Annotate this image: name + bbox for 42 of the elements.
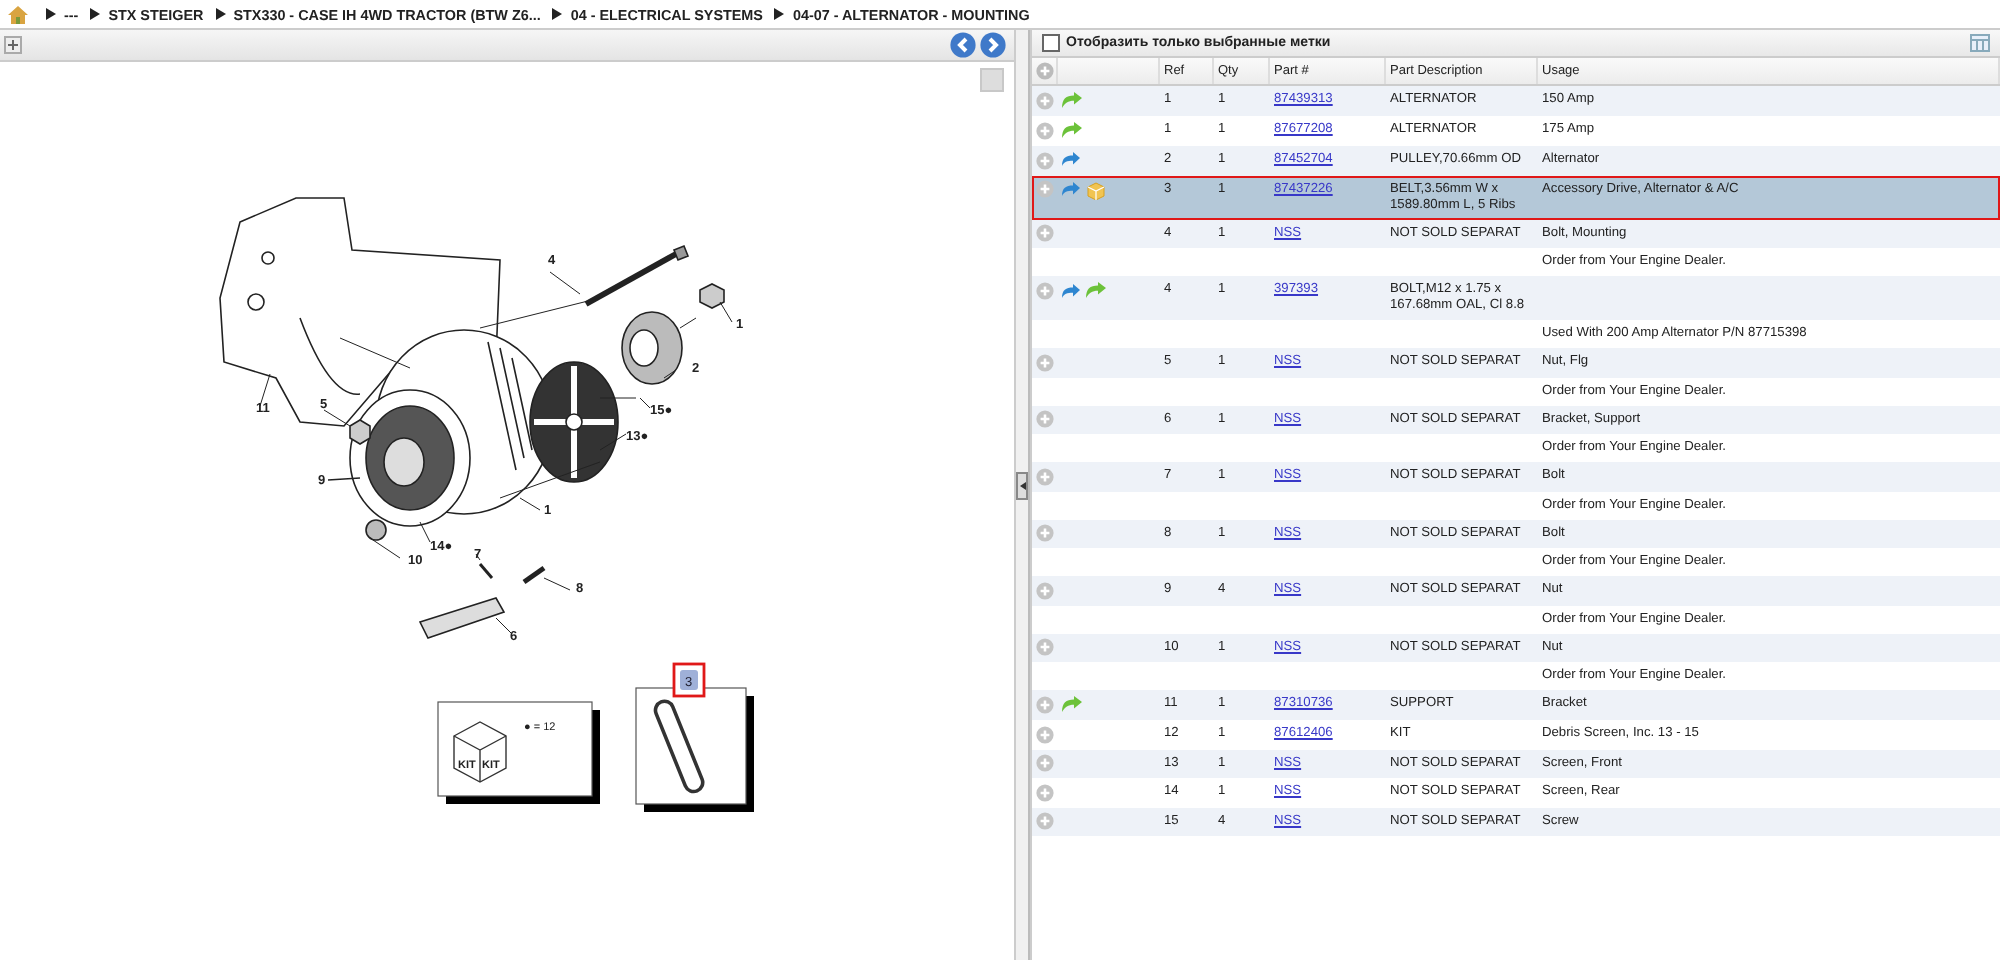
add-icon[interactable] — [1036, 638, 1054, 656]
collapse-handle[interactable] — [1016, 471, 1028, 499]
back-arrow-icon[interactable] — [1062, 283, 1080, 299]
add-icon[interactable] — [1036, 353, 1054, 371]
add-icon[interactable] — [1036, 695, 1054, 713]
home-icon[interactable] — [8, 5, 28, 23]
back-icon[interactable] — [950, 32, 976, 58]
add-icon[interactable] — [1036, 783, 1054, 801]
breadcrumb-arrow-icon — [46, 8, 56, 20]
add-icon[interactable] — [1036, 467, 1054, 485]
breadcrumb-arrow-icon — [552, 8, 563, 20]
add-icon[interactable] — [1036, 91, 1054, 109]
cube-drawing — [453, 721, 507, 783]
add-all-icon[interactable] — [1035, 62, 1053, 80]
breadcrumb-arrow-icon — [90, 8, 101, 20]
forward-icon[interactable] — [980, 32, 1006, 58]
back-arrow-icon[interactable] — [1062, 152, 1080, 168]
back-arrow-icon[interactable] — [1062, 182, 1080, 198]
add-icon[interactable] — [1036, 581, 1054, 599]
package-icon[interactable] — [1086, 181, 1106, 199]
zoom-box[interactable] — [980, 68, 1004, 92]
grid-settings-icon[interactable] — [1970, 34, 1990, 52]
forward-arrow-icon[interactable] — [1086, 282, 1106, 300]
breadcrumb-arrow-icon — [774, 8, 785, 20]
add-icon[interactable] — [1036, 281, 1054, 299]
add-icon[interactable] — [1036, 151, 1054, 169]
add-icon[interactable] — [1036, 524, 1054, 542]
add-icon[interactable] — [1036, 812, 1054, 830]
add-icon[interactable] — [1036, 224, 1054, 242]
filter-checkbox[interactable] — [1042, 34, 1060, 52]
add-icon[interactable] — [1036, 121, 1054, 139]
forward-arrow-icon[interactable] — [1062, 92, 1082, 110]
belt-card — [635, 687, 747, 805]
belt-drawing — [650, 696, 708, 797]
add-icon[interactable] — [1036, 725, 1054, 743]
add-icon[interactable] — [1036, 180, 1054, 198]
add-icon[interactable] — [1036, 410, 1054, 428]
forward-arrow-icon[interactable] — [1062, 122, 1082, 140]
breadcrumb-arrow-icon — [215, 8, 226, 20]
add-icon[interactable] — [1036, 754, 1054, 772]
expand-icon[interactable] — [4, 36, 22, 54]
forward-arrow-icon[interactable] — [1062, 696, 1082, 714]
